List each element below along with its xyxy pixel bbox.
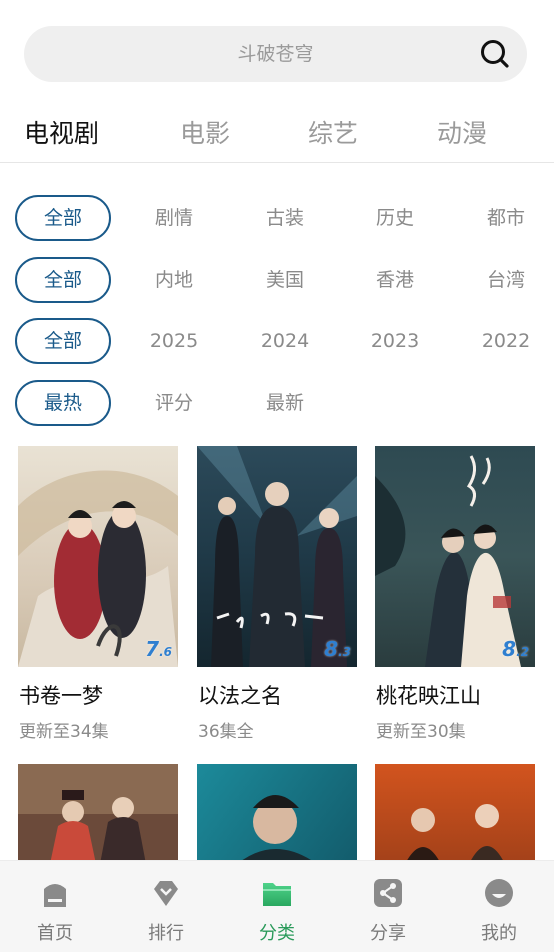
filter-genre-option[interactable]: 历史 xyxy=(350,195,440,241)
video-card[interactable]: 8.2 桃花映江山 更新至30集 xyxy=(375,446,535,746)
search-icon[interactable] xyxy=(479,38,511,70)
card-episodes: 36集全 xyxy=(198,722,254,742)
profile-icon xyxy=(485,879,513,907)
filter-genre-option[interactable]: 古装 xyxy=(240,195,330,241)
filter-year-option[interactable]: 2023 xyxy=(350,318,440,364)
card-episodes: 更新至34集 xyxy=(19,722,109,742)
video-card[interactable]: 8.3 以法之名 36集全 xyxy=(197,446,357,746)
filter-sort: 最热 评分 最新 xyxy=(0,380,554,426)
nav-share-label: 分享 xyxy=(370,923,406,944)
filter-year: 全部 2025 2024 2023 2022 xyxy=(0,318,554,364)
share-icon xyxy=(374,879,402,907)
search-bar[interactable]: 斗破苍穹 xyxy=(24,26,527,82)
tab-anime[interactable]: 动漫 xyxy=(437,114,487,150)
poster-image[interactable]: 8.2 xyxy=(375,446,535,667)
filter-year-option[interactable]: 2025 xyxy=(129,318,219,364)
filter-year-option[interactable]: 2024 xyxy=(240,318,330,364)
filter-region-option[interactable]: 香港 xyxy=(350,257,440,303)
nav-share[interactable]: 分享 xyxy=(343,861,433,952)
tab-movie[interactable]: 电影 xyxy=(180,114,230,150)
filter-genre-option[interactable]: 剧情 xyxy=(129,195,219,241)
filter-sort-option[interactable]: 最新 xyxy=(240,380,330,426)
card-title[interactable]: 桃花映江山 xyxy=(376,680,481,710)
filter-region: 全部 内地 美国 香港 台湾 xyxy=(0,257,554,303)
nav-category-label: 分类 xyxy=(259,923,295,944)
tab-tv[interactable]: 电视剧 xyxy=(24,114,99,150)
filter-genre-option[interactable]: 都市 xyxy=(461,195,551,241)
video-card[interactable] xyxy=(197,764,357,860)
filter-sort-selected[interactable]: 最热 xyxy=(15,380,111,426)
filter-year-selected[interactable]: 全部 xyxy=(15,318,111,364)
nav-home-label: 首页 xyxy=(37,923,73,944)
folder-icon xyxy=(263,883,291,906)
poster-image[interactable] xyxy=(18,764,178,860)
card-title[interactable]: 书卷一梦 xyxy=(19,680,103,710)
search-input[interactable]: 斗破苍穹 xyxy=(24,26,527,82)
card-title[interactable]: 以法之名 xyxy=(198,680,282,710)
nav-category[interactable]: 分类 xyxy=(232,861,322,952)
video-card[interactable]: 7.6 书卷一梦 更新至34集 xyxy=(18,446,178,746)
filter-genre: 全部 剧情 古装 历史 都市 xyxy=(0,195,554,241)
tabs-divider xyxy=(0,162,554,163)
card-episodes: 更新至30集 xyxy=(376,722,466,742)
poster-image[interactable] xyxy=(197,764,357,860)
nav-ranking[interactable]: 排行 xyxy=(121,861,211,952)
nav-home[interactable]: 首页 xyxy=(10,861,100,952)
video-card[interactable] xyxy=(18,764,178,860)
filter-region-option[interactable]: 内地 xyxy=(129,257,219,303)
rating-badge: 8.3 xyxy=(324,637,351,661)
filter-year-option[interactable]: 2022 xyxy=(461,318,551,364)
video-card[interactable] xyxy=(375,764,535,860)
filter-genre-selected[interactable]: 全部 xyxy=(15,195,111,241)
bottom-nav: 首页 排行 分类 分享 我的 xyxy=(0,860,554,952)
filter-sort-option[interactable]: 评分 xyxy=(129,380,219,426)
filter-region-selected[interactable]: 全部 xyxy=(15,257,111,303)
poster-image[interactable]: 8.3 xyxy=(197,446,357,667)
poster-image[interactable] xyxy=(375,764,535,860)
tab-variety[interactable]: 综艺 xyxy=(308,114,358,150)
filter-region-option[interactable]: 美国 xyxy=(240,257,330,303)
nav-profile[interactable]: 我的 xyxy=(454,861,544,952)
rating-badge: 7.6 xyxy=(145,637,172,661)
ranking-icon xyxy=(154,881,178,906)
poster-image[interactable]: 7.6 xyxy=(18,446,178,667)
home-icon xyxy=(44,884,66,907)
nav-ranking-label: 排行 xyxy=(148,923,184,944)
rating-badge: 8.2 xyxy=(502,637,529,661)
nav-profile-label: 我的 xyxy=(481,923,517,944)
category-tabs: 电视剧 电影 综艺 动漫 xyxy=(0,100,554,162)
filter-region-option[interactable]: 台湾 xyxy=(461,257,551,303)
